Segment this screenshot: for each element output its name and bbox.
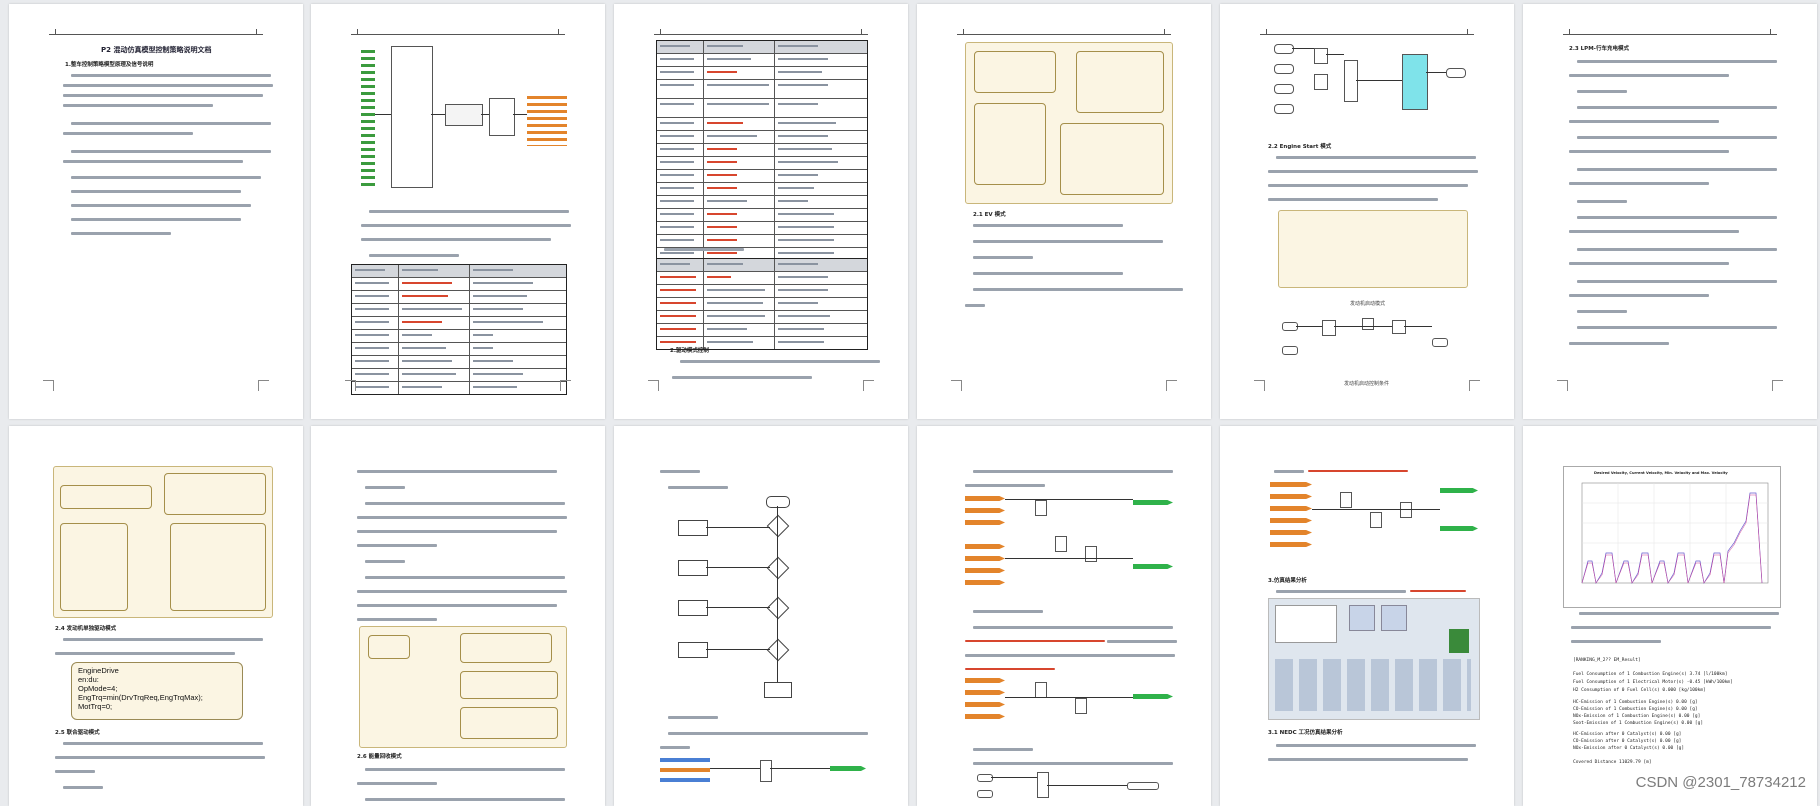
page-7[interactable]: 2.4 发动机单独驱动模式 EngineDrive en:du: OpMode=… [9,426,303,806]
engine-start-simulink [1274,44,1474,134]
stateflow-overview-image [965,42,1173,204]
brake-simulink [660,756,870,796]
section-2-4-heading: 2.4 发动机单独驱动模式 [55,626,117,632]
csdn-watermark: CSDN @2301_78734212 [1635,774,1806,791]
velocity-chart-title: Desired Velocity, Current Velocity, Min.… [1594,471,1728,475]
section-2-5-heading: 2.5 联合驱动模式 [55,730,100,736]
section-2-2-heading: 2.2 Engine Start 模式 [1268,144,1332,150]
output-signal-table [656,258,868,350]
section-2-6-heading: 2.6 能量回收模式 [357,754,402,760]
combined-drive-stateflow [359,626,567,748]
page-5[interactable]: 2.2 Engine Start 模式 发动机启动模式 发动机启动控制条件 [1220,4,1514,419]
section-3-1-heading: 3.1 NEDC 工况仿真结果分析 [1268,730,1343,736]
section-2-heading: 2.驱动模式控制 [670,348,709,354]
page-1[interactable]: P2 混动仿真模型控制策略说明文档 1.整车控制策略模型原理及信号说明 [9,4,303,419]
document-title: P2 混动仿真模型控制策略说明文档 [101,46,212,54]
engine-condition-simulink [1282,314,1472,370]
simulink-overview-diagram [361,44,571,194]
page-8[interactable]: 2.6 能量回收模式 [311,426,605,806]
page-3[interactable]: 2.驱动模式控制 [614,4,908,419]
regen-simulink-1 [965,496,1175,596]
velocity-chart: Desired Velocity, Current Velocity, Min.… [1563,466,1781,608]
page-header-rule [49,29,263,35]
page-9[interactable] [614,426,908,806]
cruise-model-image [1268,598,1480,720]
page-2[interactable] [311,4,605,419]
section-3-heading: 3.仿真结果分析 [1268,578,1307,584]
regen-simulink-3 [977,772,1167,806]
section-1-heading: 1.整车控制策略模型原理及信号说明 [65,62,154,68]
page-10[interactable] [917,426,1211,806]
section-2-1-heading: 2.1 EV 模式 [973,212,1006,218]
motor-simulink [1270,482,1480,566]
engine-drive-state-box: EngineDrive en:du: OpMode=4; EngTrq=min(… [71,662,243,720]
mode-switch-flowchart [674,496,854,698]
engine-condition-caption: 发动机启动控制条件 [1344,381,1390,387]
page-4[interactable]: 2.1 EV 模式 [917,4,1211,419]
mode-stateflow-chart [53,466,273,618]
engine-start-caption: 发动机启动模式 [1350,301,1386,307]
engine-start-stateflow [1278,210,1468,288]
page-6[interactable]: 2.3 LPM-行车充电模式 [1523,4,1817,419]
page-12[interactable]: Desired Velocity, Current Velocity, Min.… [1523,426,1817,806]
section-2-3-heading: 2.3 LPM-行车充电模式 [1569,46,1629,52]
page-11[interactable]: 3.仿真结果分析 3.1 NEDC 工况仿真结果分析 [1220,426,1514,806]
regen-simulink-2 [965,678,1175,738]
velocity-chart-plot [1581,482,1769,584]
input-signal-table [351,264,567,395]
signal-table [656,40,868,261]
